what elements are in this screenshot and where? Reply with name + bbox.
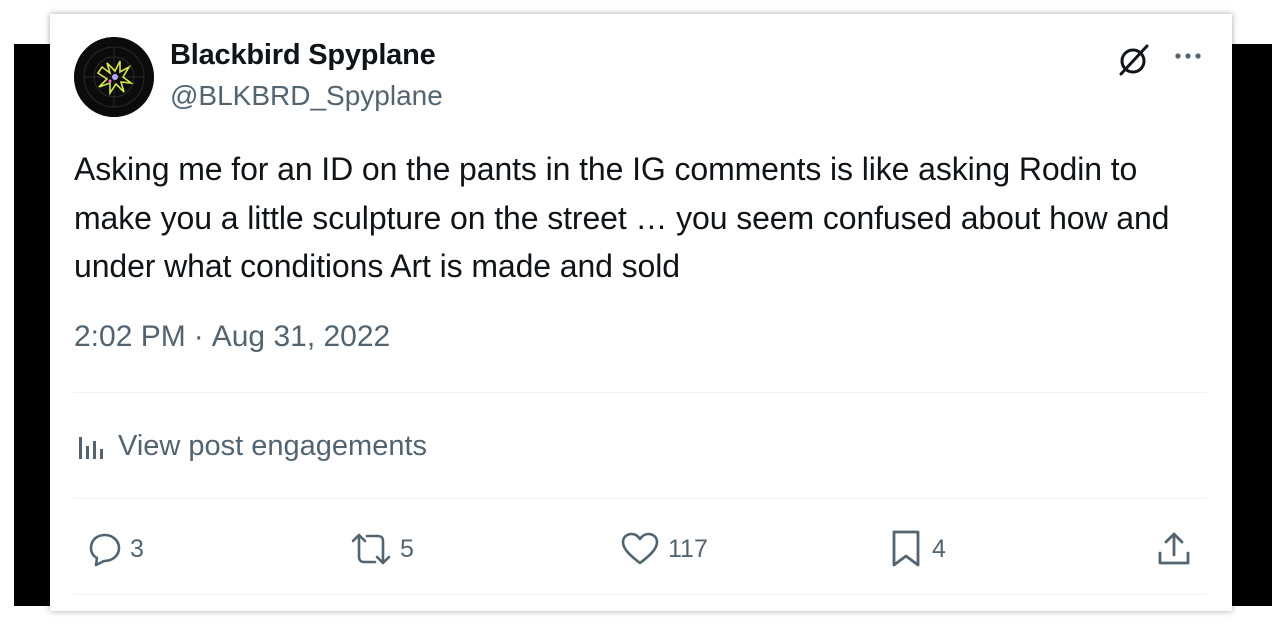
author-name[interactable]: Blackbird Spyplane: [170, 39, 436, 72]
bookmark-button[interactable]: 4: [886, 527, 946, 571]
reply-count: 3: [130, 534, 144, 563]
reply-icon: [84, 529, 124, 569]
heart-icon: [618, 529, 662, 569]
divider: [74, 498, 1206, 499]
bookmark-count: 4: [932, 534, 946, 563]
tweet-time[interactable]: 2:02 PM: [74, 320, 186, 354]
analytics-icon: [74, 429, 108, 463]
repost-count: 5: [400, 534, 414, 563]
tweet-text: Asking me for an ID on the pants in the …: [74, 151, 1170, 284]
avatar[interactable]: [74, 37, 154, 117]
grok-icon[interactable]: [1116, 42, 1152, 78]
repost-button[interactable]: 5: [348, 527, 414, 571]
timestamp-separator: ·: [193, 320, 204, 353]
view-engagements-label[interactable]: View post engagements: [118, 430, 427, 463]
share-button[interactable]: [1154, 527, 1194, 571]
author-handle[interactable]: @BLKBRD_Spyplane: [170, 80, 443, 112]
repost-icon: [348, 529, 394, 569]
tweet-timestamp[interactable]: 2:02 PM · Aug 31, 2022: [74, 320, 390, 354]
divider: [74, 594, 1206, 595]
divider: [74, 392, 1206, 393]
reply-button[interactable]: 3: [84, 527, 144, 571]
like-button[interactable]: 117: [618, 527, 708, 571]
like-count: 117: [668, 534, 708, 563]
more-icon[interactable]: [1171, 45, 1207, 81]
bookmark-icon: [886, 527, 926, 571]
view-engagements-link[interactable]: View post engagements: [74, 426, 427, 466]
tweet-card: Blackbird Spyplane @BLKBRD_Spyplane Aski…: [50, 14, 1232, 611]
share-icon: [1154, 529, 1194, 569]
tweet-date[interactable]: Aug 31, 2022: [212, 320, 391, 354]
